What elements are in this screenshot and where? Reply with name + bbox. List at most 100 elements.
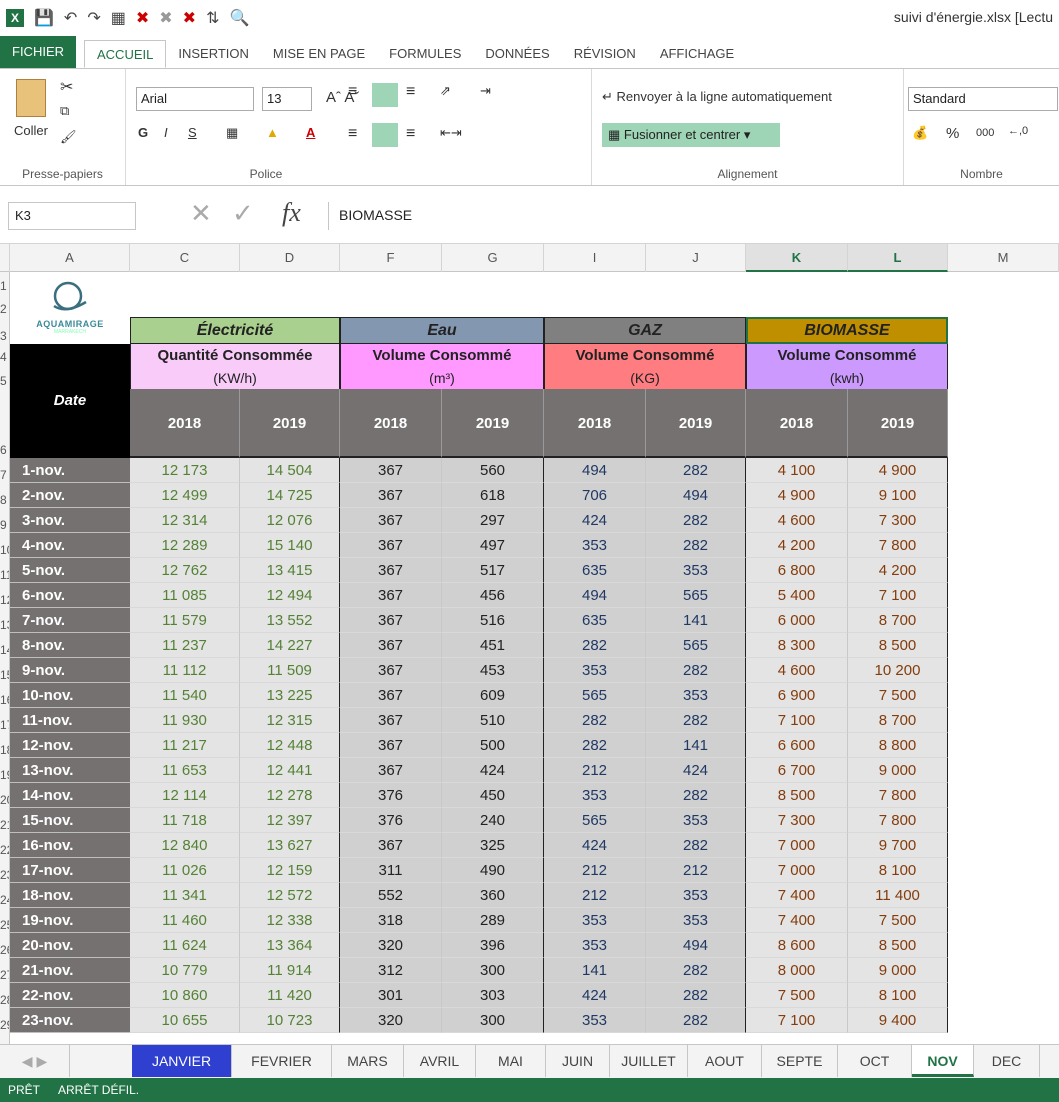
group-header-3[interactable]: BIOMASSE	[746, 317, 948, 344]
data-cell[interactable]: 7 000	[746, 833, 848, 858]
data-cell[interactable]: 11 026	[130, 858, 240, 883]
data-cell[interactable]: 282	[646, 958, 746, 983]
font-color-icon[interactable]: A	[306, 125, 315, 140]
data-cell[interactable]: 7 400	[746, 883, 848, 908]
data-cell[interactable]: 396	[442, 933, 544, 958]
data-cell[interactable]: 141	[544, 958, 646, 983]
tab-fichier[interactable]: FICHIER	[0, 36, 76, 68]
data-cell[interactable]: 494	[646, 933, 746, 958]
bold-button[interactable]: G	[138, 125, 148, 140]
cut-icon[interactable]: ✂	[60, 77, 73, 97]
data-cell[interactable]: 609	[442, 683, 544, 708]
data-cell[interactable]: 367	[340, 733, 442, 758]
currency-icon[interactable]: 💰	[912, 125, 928, 141]
data-cell[interactable]: 13 627	[240, 833, 340, 858]
sheet-tab-janvier[interactable]: JANVIER	[132, 1045, 232, 1077]
data-cell[interactable]: 14 504	[240, 458, 340, 483]
row-header[interactable]: 8	[0, 492, 9, 508]
tab-formules[interactable]: FORMULES	[377, 40, 473, 68]
data-cell[interactable]: 424	[442, 758, 544, 783]
data-cell[interactable]: 353	[646, 808, 746, 833]
data-cell[interactable]: 12 289	[130, 533, 240, 558]
data-cell[interactable]: 301	[340, 983, 442, 1008]
align-left-icon[interactable]: ≡	[348, 125, 357, 143]
underline-button[interactable]: S	[188, 125, 197, 140]
data-cell[interactable]: 7 100	[848, 583, 948, 608]
date-cell[interactable]: 11-nov.	[10, 708, 130, 733]
column-header-l[interactable]: L	[848, 244, 948, 272]
data-cell[interactable]: 13 225	[240, 683, 340, 708]
data-cell[interactable]: 320	[340, 1008, 442, 1033]
date-cell[interactable]: 7-nov.	[10, 608, 130, 633]
save-icon[interactable]: 💾	[34, 8, 54, 28]
data-cell[interactable]: 497	[442, 533, 544, 558]
data-cell[interactable]: 456	[442, 583, 544, 608]
data-cell[interactable]: 7 300	[848, 508, 948, 533]
date-cell[interactable]: 20-nov.	[10, 933, 130, 958]
column-header-c[interactable]: C	[130, 244, 240, 272]
data-cell[interactable]: 282	[646, 983, 746, 1008]
date-cell[interactable]: 14-nov.	[10, 783, 130, 808]
tab-données[interactable]: DONNÉES	[473, 40, 561, 68]
data-cell[interactable]: 13 364	[240, 933, 340, 958]
paste-button[interactable]: Coller	[14, 123, 48, 138]
column-header-i[interactable]: I	[544, 244, 646, 272]
fx-icon[interactable]: fx	[282, 198, 301, 228]
data-cell[interactable]: 300	[442, 958, 544, 983]
data-cell[interactable]: 6 000	[746, 608, 848, 633]
data-cell[interactable]: 4 200	[848, 558, 948, 583]
data-cell[interactable]: 367	[340, 483, 442, 508]
data-cell[interactable]: 424	[544, 983, 646, 1008]
sheet-tab-avril[interactable]: AVRIL	[404, 1045, 476, 1077]
data-cell[interactable]: 7 100	[746, 708, 848, 733]
data-cell[interactable]: 14 227	[240, 633, 340, 658]
row-header[interactable]: 7	[0, 467, 9, 483]
data-cell[interactable]: 282	[646, 833, 746, 858]
row-header[interactable]: 27	[0, 967, 9, 983]
data-cell[interactable]: 494	[646, 483, 746, 508]
data-cell[interactable]: 360	[442, 883, 544, 908]
data-cell[interactable]: 240	[442, 808, 544, 833]
data-cell[interactable]: 12 114	[130, 783, 240, 808]
row-header[interactable]: 24	[0, 892, 9, 908]
orientation-icon[interactable]: ⇗	[440, 83, 451, 99]
data-cell[interactable]: 6 900	[746, 683, 848, 708]
thousands-button[interactable]: 000	[976, 127, 994, 139]
data-cell[interactable]: 565	[646, 633, 746, 658]
data-cell[interactable]: 282	[646, 458, 746, 483]
date-cell[interactable]: 18-nov.	[10, 883, 130, 908]
date-cell[interactable]: 15-nov.	[10, 808, 130, 833]
data-cell[interactable]: 367	[340, 508, 442, 533]
data-cell[interactable]: 353	[544, 783, 646, 808]
formula-input[interactable]: BIOMASSE	[328, 202, 1059, 230]
tab-mise-en-page[interactable]: MISE EN PAGE	[261, 40, 377, 68]
data-cell[interactable]: 11 420	[240, 983, 340, 1008]
row-header[interactable]: 2	[0, 301, 9, 317]
row-header[interactable]: 20	[0, 792, 9, 808]
data-cell[interactable]: 450	[442, 783, 544, 808]
date-cell[interactable]: 22-nov.	[10, 983, 130, 1008]
data-cell[interactable]: 8 500	[848, 633, 948, 658]
sheet-tab-dec[interactable]: DEC	[974, 1045, 1040, 1077]
data-cell[interactable]: 9 400	[848, 1008, 948, 1033]
data-cell[interactable]: 11 460	[130, 908, 240, 933]
data-cell[interactable]: 282	[646, 533, 746, 558]
data-cell[interactable]: 9 700	[848, 833, 948, 858]
data-cell[interactable]: 353	[544, 908, 646, 933]
data-cell[interactable]: 12 278	[240, 783, 340, 808]
sheet-tab-juillet[interactable]: JUILLET	[610, 1045, 688, 1077]
borders-icon[interactable]: ▦	[226, 125, 238, 141]
data-cell[interactable]: 453	[442, 658, 544, 683]
data-cell[interactable]: 494	[544, 583, 646, 608]
data-cell[interactable]: 9 100	[848, 483, 948, 508]
data-cell[interactable]: 500	[442, 733, 544, 758]
data-cell[interactable]: 12 338	[240, 908, 340, 933]
merge-center-button[interactable]: ▦ Fusionner et centrer ▾	[602, 123, 780, 147]
date-cell[interactable]: 3-nov.	[10, 508, 130, 533]
column-header-f[interactable]: F	[340, 244, 442, 272]
data-cell[interactable]: 9 000	[848, 958, 948, 983]
data-cell[interactable]: 11 579	[130, 608, 240, 633]
date-cell[interactable]: 19-nov.	[10, 908, 130, 933]
data-cell[interactable]: 367	[340, 533, 442, 558]
data-cell[interactable]: 8 700	[848, 608, 948, 633]
